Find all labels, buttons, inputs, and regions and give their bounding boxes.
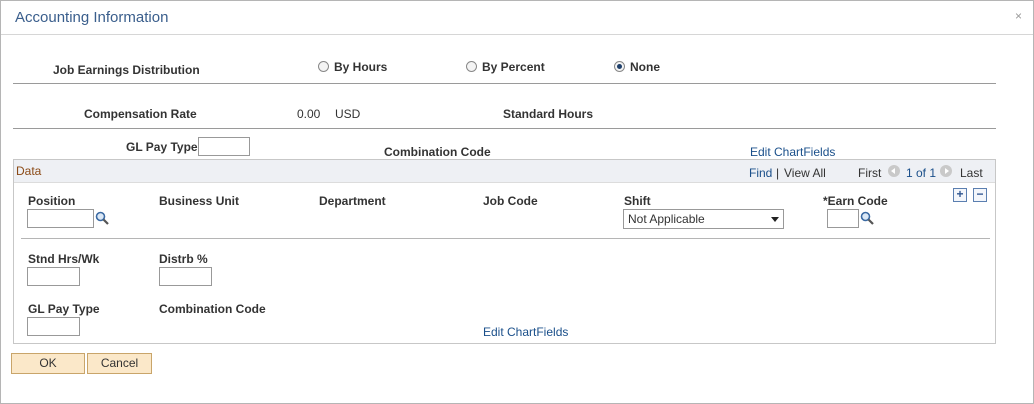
none-radio[interactable]	[614, 61, 625, 72]
row-edit-chartfields-link[interactable]: Edit ChartFields	[483, 325, 568, 339]
position-input[interactable]	[27, 209, 94, 228]
section-divider	[13, 83, 996, 84]
earn-code-label: *Earn Code	[823, 194, 888, 208]
combination-code-label: Combination Code	[384, 145, 491, 159]
distrb-percent-input[interactable]	[159, 267, 212, 286]
shift-select[interactable]: Not Applicable	[623, 209, 784, 229]
add-row-button[interactable]: +	[953, 188, 967, 202]
shift-selected-value: Not Applicable	[628, 212, 705, 226]
by-hours-radio[interactable]	[318, 61, 329, 72]
page-info: 1 of 1	[906, 166, 937, 180]
chevron-down-icon	[771, 217, 779, 222]
job-code-label: Job Code	[483, 194, 538, 208]
position-lookup-icon[interactable]	[95, 211, 109, 225]
stnd-hrs-wk-label: Stnd Hrs/Wk	[28, 252, 100, 266]
find-separator: |	[776, 166, 780, 180]
none-label[interactable]: None	[630, 60, 660, 74]
view-all-link[interactable]: View All	[784, 166, 826, 180]
close-icon[interactable]: ×	[1012, 10, 1025, 23]
position-label: Position	[28, 194, 76, 208]
last-label[interactable]: Last	[960, 166, 983, 180]
row-combination-code-label: Combination Code	[159, 302, 266, 316]
business-unit-label: Business Unit	[159, 194, 240, 208]
previous-arrow-icon[interactable]	[888, 165, 900, 177]
cancel-button[interactable]: Cancel	[87, 353, 152, 374]
data-grid-title: Data	[16, 164, 42, 178]
compensation-rate-label: Compensation Rate	[84, 107, 197, 121]
by-hours-label[interactable]: By Hours	[334, 60, 387, 74]
title-divider	[1, 34, 1033, 35]
next-arrow-icon[interactable]	[940, 165, 952, 177]
accounting-information-dialog: Accounting Information × Job Earnings Di…	[0, 0, 1034, 404]
edit-chartfields-link[interactable]: Edit ChartFields	[750, 145, 835, 159]
row-gl-pay-type-input[interactable]	[27, 317, 80, 336]
dialog-title: Accounting Information	[15, 9, 169, 26]
ok-button[interactable]: OK	[11, 353, 85, 374]
shift-label: Shift	[624, 194, 651, 208]
data-grid-header: Data Find | View All First 1 of 1 Last	[14, 160, 995, 183]
job-earnings-distribution-label: Job Earnings Distribution	[53, 63, 200, 77]
department-label: Department	[319, 194, 386, 208]
standard-hours-label: Standard Hours	[503, 107, 594, 121]
currency-value: USD	[335, 107, 361, 121]
distrb-percent-label: Distrb %	[159, 252, 208, 266]
earn-code-lookup-icon[interactable]	[860, 211, 874, 225]
gl-pay-type-input[interactable]	[198, 137, 250, 156]
section-divider	[13, 128, 996, 129]
by-percent-radio[interactable]	[466, 61, 477, 72]
stnd-hrs-wk-input[interactable]	[27, 267, 80, 286]
gl-pay-type-label: GL Pay Type	[126, 140, 198, 154]
by-percent-label[interactable]: By Percent	[482, 60, 545, 74]
data-grid: Data Find | View All First 1 of 1 Last P…	[13, 159, 996, 344]
find-link[interactable]: Find	[749, 166, 772, 180]
row-divider	[21, 238, 990, 239]
first-label[interactable]: First	[858, 166, 881, 180]
earn-code-input[interactable]	[827, 209, 859, 228]
compensation-rate-value: 0.00	[297, 107, 321, 121]
delete-row-button[interactable]: −	[973, 188, 987, 202]
row-gl-pay-type-label: GL Pay Type	[28, 302, 100, 316]
